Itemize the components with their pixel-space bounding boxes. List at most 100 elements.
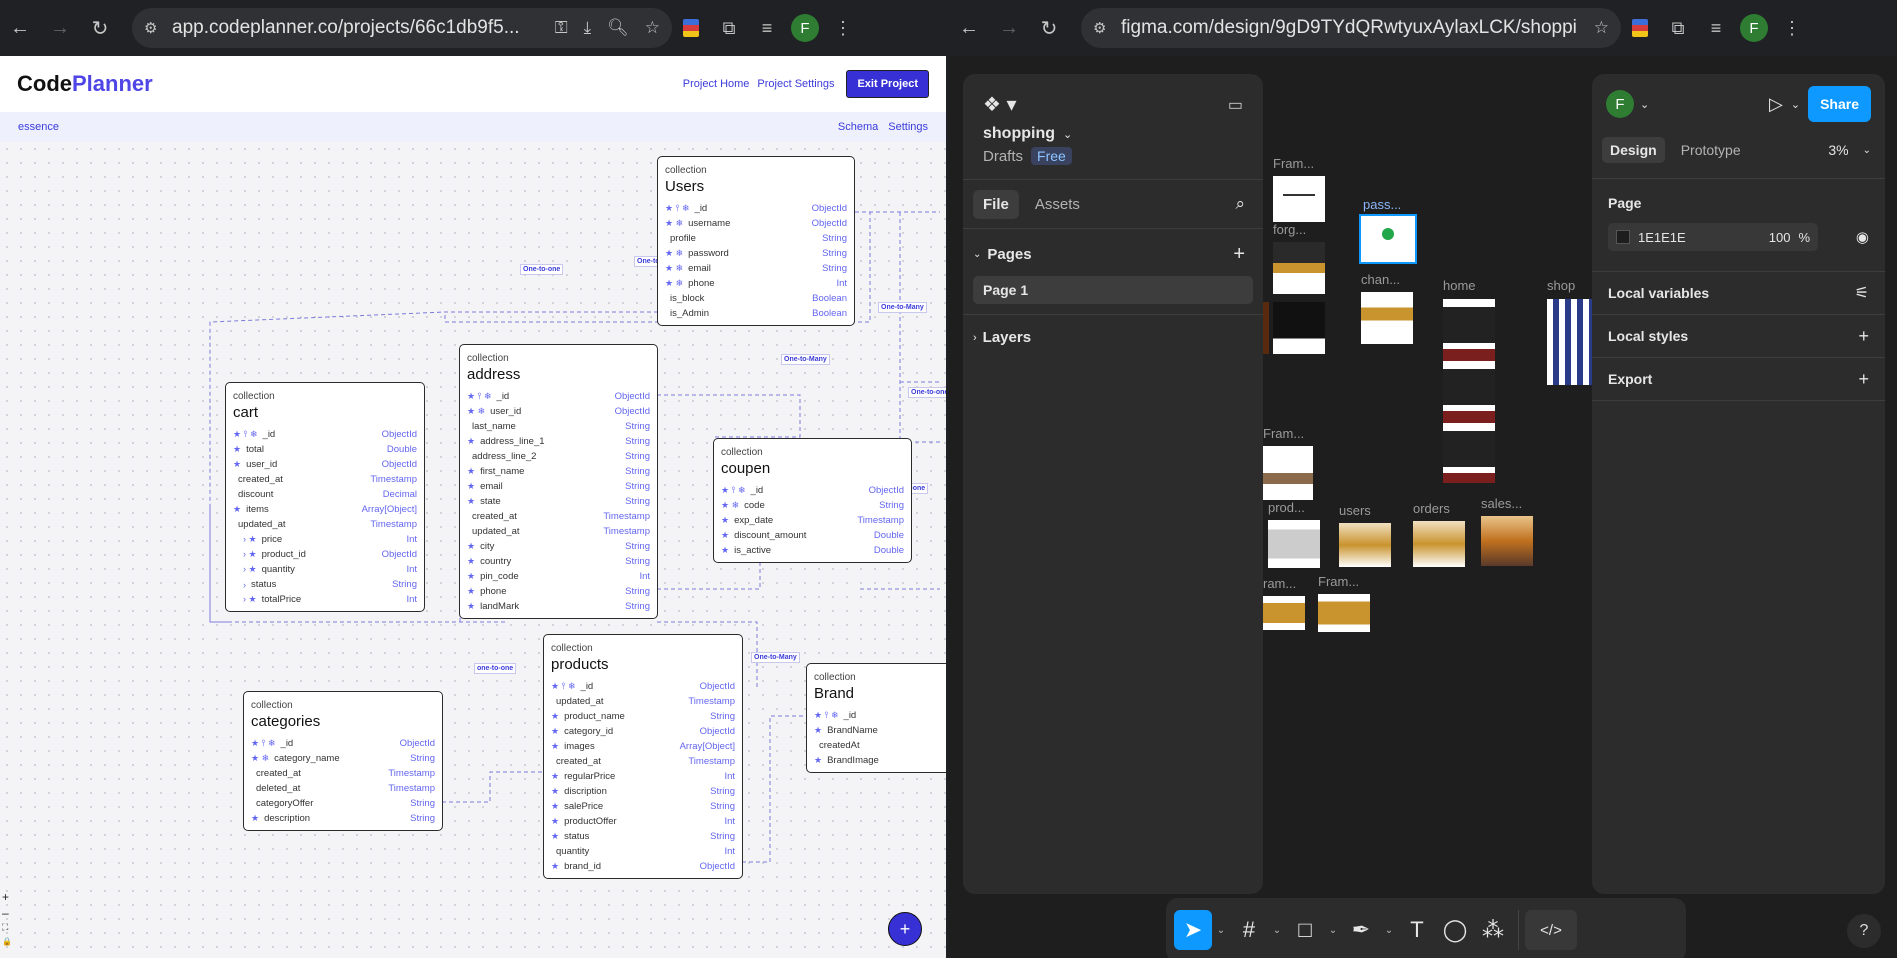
frame-thumbnail[interactable]	[1273, 176, 1325, 222]
collection-card-coupen[interactable]: collection coupen ★ ⫯ ❄ _id ObjectId ★ ❄ code S…	[713, 438, 912, 563]
field-row[interactable]: ★ ❄ category_name String	[251, 751, 435, 766]
field-row[interactable]: ★ ⫯ ❄ _id ObjectId	[233, 427, 417, 442]
share-button[interactable]: Share	[1808, 86, 1871, 122]
field-row[interactable]: quantity Int	[551, 844, 735, 859]
frame-thumbnail[interactable]	[1339, 523, 1391, 567]
frame-label[interactable]: Fram...	[1263, 426, 1304, 441]
zoom-out-button[interactable]: –	[2, 906, 9, 920]
layers-title[interactable]: Layers	[983, 329, 1031, 346]
forward-icon[interactable]: →	[989, 17, 1029, 40]
reload-icon[interactable]: ↻	[80, 16, 120, 41]
field-row[interactable]: ★ BrandName	[814, 723, 946, 738]
expand-icon[interactable]: ›	[973, 332, 977, 344]
frame-label[interactable]: sales...	[1481, 496, 1522, 511]
fit-view-button[interactable]: ⛶	[2, 922, 8, 933]
frame-label[interactable]: shop	[1547, 278, 1575, 293]
media-icon[interactable]: ≡	[1697, 18, 1735, 39]
project-name[interactable]: essence	[18, 121, 59, 133]
move-tool-icon[interactable]: ➤	[1174, 910, 1212, 950]
bg-opacity-input[interactable]: 100	[1769, 230, 1791, 245]
frame-thumbnail[interactable]	[1263, 596, 1305, 630]
project-settings-link[interactable]: Project Settings	[757, 78, 834, 90]
drafts-link[interactable]: Drafts	[983, 148, 1023, 165]
user-avatar[interactable]: F	[1606, 90, 1634, 118]
field-row[interactable]: is_Admin Boolean	[665, 306, 847, 321]
frame-thumbnail[interactable]	[1443, 299, 1495, 483]
file-name[interactable]: shopping	[983, 125, 1055, 143]
relation-label[interactable]: one-to-one	[474, 663, 517, 674]
field-row[interactable]: createdAt	[814, 738, 946, 753]
plan-badge[interactable]: Free	[1031, 147, 1072, 165]
field-row[interactable]: ★ productOffer Int	[551, 814, 735, 829]
add-export-icon[interactable]: +	[1858, 369, 1869, 390]
field-row[interactable]: deleted_at Timestamp	[251, 781, 435, 796]
frame-thumbnail[interactable]	[1413, 521, 1465, 567]
export-title[interactable]: Export	[1608, 371, 1652, 387]
color-swatch[interactable]	[1616, 230, 1630, 244]
field-row[interactable]: ★ discount_amount Double	[721, 528, 904, 543]
help-button[interactable]: ?	[1847, 914, 1881, 948]
tab-design[interactable]: Design	[1602, 137, 1665, 163]
relation-label[interactable]: One-to-one	[908, 387, 946, 398]
add-collection-button[interactable]: +	[888, 912, 922, 946]
frame-label[interactable]: orders	[1413, 501, 1450, 516]
chevron-down-icon[interactable]: ⌄	[1212, 925, 1230, 936]
field-row[interactable]: ★ pin_code Int	[467, 569, 650, 584]
schema-canvas[interactable]: One-to-one One-to-Many One-to-Many One-t…	[0, 142, 946, 958]
field-row[interactable]: discount Decimal	[233, 487, 417, 502]
field-row[interactable]: ★BrandImageA	[814, 753, 946, 768]
relation-label[interactable]: One-to-Many	[781, 354, 830, 365]
chevron-down-icon[interactable]: ⌄	[1863, 145, 1871, 156]
chevron-down-icon[interactable]: ⌄	[1791, 98, 1800, 111]
field-row[interactable]: ★ ❄ username ObjectId	[665, 216, 847, 231]
password-key-icon[interactable]: ⚿	[555, 18, 568, 38]
field-row[interactable]: ★ first_name String	[467, 464, 650, 479]
chevron-down-icon[interactable]: ⌄	[1268, 925, 1286, 936]
field-row[interactable]: profile String	[665, 231, 847, 246]
page-item[interactable]: Page 1	[973, 276, 1253, 304]
frame-label[interactable]: pass...	[1363, 197, 1401, 212]
rectangle-tool-icon[interactable]: □	[1286, 910, 1324, 950]
frame-thumbnail[interactable]	[1481, 516, 1533, 566]
field-row[interactable]: › ★ product_id ObjectId	[233, 547, 417, 562]
field-row[interactable]: updated_at Timestamp	[551, 694, 735, 709]
field-row[interactable]: ★ ⫯ ❄ _id ObjectId	[551, 679, 735, 694]
field-row[interactable]: ★ total Double	[233, 442, 417, 457]
field-row[interactable]: ★ regularPrice Int	[551, 769, 735, 784]
zoom-level[interactable]: 3%	[1828, 142, 1848, 158]
field-row[interactable]: ★ ⫯ ❄ _id ObjectId	[665, 201, 847, 216]
field-row[interactable]: created_at Timestamp	[551, 754, 735, 769]
tab-assets[interactable]: Assets	[1035, 196, 1080, 213]
back-icon[interactable]: ←	[0, 17, 40, 40]
profile-avatar[interactable]: F	[1740, 14, 1768, 42]
menu-icon[interactable]: ⋮	[824, 18, 862, 39]
collection-card-brand[interactable]: collection Brand ★ ⫯ ❄ _id ★ BrandName created…	[806, 663, 946, 773]
forward-icon[interactable]: →	[40, 17, 80, 40]
frame-thumbnail[interactable]	[1318, 594, 1370, 632]
field-row[interactable]: ★ country String	[467, 554, 650, 569]
field-row[interactable]: ★ email String	[467, 479, 650, 494]
search-icon[interactable]: ⌕	[1235, 194, 1245, 214]
exit-project-button[interactable]: Exit Project	[846, 70, 929, 98]
field-row[interactable]: ★ exp_date Timestamp	[721, 513, 904, 528]
chevron-down-icon[interactable]: ⌄	[1324, 925, 1342, 936]
field-row[interactable]: ★ description String	[251, 811, 435, 826]
frame-thumbnail[interactable]	[1361, 292, 1413, 344]
figma-menu-icon[interactable]: ❖ ▾	[983, 92, 1017, 117]
media-icon[interactable]: ≡	[748, 18, 786, 39]
eye-icon[interactable]: ◉	[1856, 228, 1869, 246]
field-row[interactable]: updated_at Timestamp	[467, 524, 650, 539]
field-row[interactable]: ★ ❄ phone Int	[665, 276, 847, 291]
chevron-down-icon[interactable]: ⌄	[1640, 98, 1649, 111]
relation-label[interactable]: One-to-Many	[878, 302, 927, 313]
field-row[interactable]: ★ status String	[551, 829, 735, 844]
field-row[interactable]: ★ discription String	[551, 784, 735, 799]
frame-label[interactable]: Fram...	[1318, 574, 1359, 589]
extension-thumb-icon[interactable]	[683, 19, 699, 37]
field-row[interactable]: categoryOffer String	[251, 796, 435, 811]
codeplanner-logo[interactable]: CodePlanner	[17, 71, 153, 97]
field-row[interactable]: created_at Timestamp	[251, 766, 435, 781]
tab-file[interactable]: File	[973, 189, 1019, 219]
frame-thumbnail[interactable]	[1263, 302, 1269, 354]
field-row[interactable]: ★ ⫯ ❄ _id ObjectId	[467, 389, 650, 404]
